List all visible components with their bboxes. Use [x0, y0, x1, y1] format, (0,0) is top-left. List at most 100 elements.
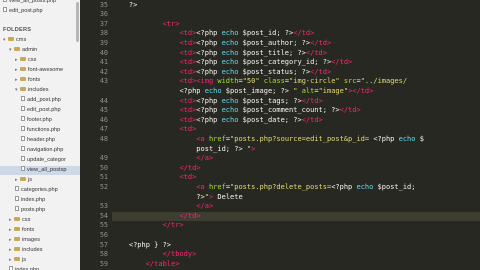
file-item[interactable]: edit_post.php [0, 106, 80, 115]
sidebar-item-label: categories.php [21, 187, 58, 193]
code-line[interactable]: ?> [112, 1, 137, 11]
file-item[interactable]: categories.php [0, 186, 80, 195]
code-token: <td> [179, 58, 197, 67]
code-line[interactable]: <td><?php echo $post_status; ?></td> [112, 68, 331, 78]
code-line[interactable]: <td> [112, 173, 196, 183]
file-item[interactable]: header.php [0, 136, 80, 145]
code-token: <?php } ?> [112, 240, 172, 249]
code-line[interactable]: <td><img width="50" class="img-circle" s… [112, 77, 407, 87]
file-item[interactable]: edit_post.php [0, 7, 80, 16]
folder-item[interactable]: ▸ css [0, 56, 80, 65]
line-number: 55 [99, 221, 108, 230]
file-icon [21, 116, 25, 122]
code-token: href [208, 134, 226, 143]
file-item[interactable]: posts.php [0, 206, 80, 215]
sidebar-item-label: edit_post.php [27, 107, 61, 113]
folder-item[interactable]: ▾ admin [0, 46, 80, 55]
code-token: <td> [179, 106, 197, 115]
file-item[interactable]: view_all_posts.php [0, 0, 80, 6]
line-number: 36 [99, 10, 108, 19]
file-icon [21, 106, 25, 112]
code-token: "50" [242, 77, 260, 86]
folder-item[interactable]: ▸ font-awesome [0, 66, 80, 75]
code-line[interactable]: post_id; ?> "> [112, 145, 255, 155]
folder-item[interactable]: ▾ includes [0, 86, 80, 95]
file-item[interactable]: functions.php [0, 126, 80, 135]
line-number: 51 [99, 173, 108, 182]
code-token: <?php [196, 106, 222, 115]
code-editor[interactable]: ?> <tr> <td><?php echo $post_id; ?></td>… [112, 0, 480, 270]
code-line[interactable]: <td><?php echo $post_comment_count; ?></… [112, 106, 360, 116]
code-token: echo [398, 134, 416, 143]
sidebar-item-label: js [22, 257, 27, 263]
code-line[interactable]: <td><?php echo $post_title; ?></td> [112, 49, 327, 59]
code-token: <?php [196, 96, 222, 105]
file-item[interactable]: update_categor [0, 156, 80, 165]
sidebar-item-label: fonts [28, 77, 41, 83]
file-item[interactable]: add_post.php [0, 96, 80, 105]
code-token: <tr> [162, 19, 180, 28]
code-line[interactable]: </tbody> [112, 250, 197, 260]
folder-item[interactable]: ▸ js [0, 176, 80, 185]
folder-item[interactable]: ▸ js [0, 256, 80, 265]
code-line[interactable]: <a href="posts.php?delete_posts=<?php ec… [112, 182, 415, 193]
folder-icon [14, 226, 20, 231]
line-number: 45 [99, 106, 108, 115]
code-token: </td> [179, 211, 201, 220]
folder-item[interactable]: ▾ cms [0, 36, 80, 45]
code-line[interactable]: </td> [112, 211, 480, 222]
line-number [82, 193, 108, 203]
file-icon [15, 206, 19, 212]
code-line[interactable]: </td> [112, 164, 200, 174]
folder-item[interactable]: ▸ images [0, 236, 80, 245]
file-item[interactable]: index.php [0, 266, 80, 270]
folder-item[interactable]: ▸ fonts [0, 76, 80, 85]
folder-item[interactable]: ▸ includes [0, 246, 80, 255]
line-number: 54 [99, 211, 108, 220]
code-line[interactable]: <td> [112, 125, 196, 135]
code-line[interactable]: <td><?php echo $post_author; ?></td> [112, 39, 331, 49]
code-line[interactable]: </a> [112, 202, 213, 212]
file-item[interactable]: index.php [0, 196, 80, 205]
line-number: 59 [99, 259, 108, 268]
code-token: </td> [293, 29, 315, 38]
line-number: 39 [99, 38, 108, 47]
code-token: post_id; ?> [196, 144, 247, 153]
code-token: <?php [331, 182, 357, 191]
code-line[interactable]: <td><?php echo $post_category_id; ?></td… [112, 58, 352, 68]
code-line[interactable]: <a href="posts.php?source=edit_post&p_id… [112, 135, 424, 145]
folder-item[interactable]: ▸ css [0, 216, 80, 225]
code-token: ></td> [348, 86, 374, 95]
code-token: $post_tags; ?> [238, 96, 302, 105]
sidebar-item-label: update_categor [27, 157, 66, 163]
sidebar-item-label: images [22, 237, 41, 243]
code-token: "img-circle" [289, 77, 340, 86]
folder-item[interactable]: ▸ fonts [0, 226, 80, 235]
code-line[interactable]: <td><?php echo $post_date; ?></td> [112, 116, 322, 126]
code-line[interactable]: <tr> [112, 19, 180, 30]
code-token: width [217, 77, 239, 86]
code-line[interactable]: <td><?php echo $post_id; ?></td> [112, 29, 314, 39]
code-token: </td> [310, 67, 332, 76]
code-token: <td> [179, 125, 197, 134]
line-number: 50 [99, 163, 108, 172]
code-line[interactable]: <?php echo $post_image; ?> " alt="image"… [112, 87, 373, 97]
code-token: <?php [196, 38, 222, 47]
file-item[interactable]: navigation.php [0, 146, 80, 155]
code-token: </tr> [162, 221, 184, 230]
code-line[interactable]: ?>"> Delete [112, 193, 242, 203]
code-line[interactable]: </table> [112, 260, 180, 270]
code-line[interactable]: </tr> [112, 221, 184, 231]
code-token: </td> [310, 38, 332, 47]
sidebar-scrollbar[interactable] [76, 2, 79, 42]
code-line[interactable]: </a> [112, 154, 213, 164]
file-item[interactable]: footer.php [0, 116, 80, 125]
code-line[interactable]: <td><?php echo $post_tags; ?></td> [112, 96, 322, 107]
code-token: "../images/ [360, 77, 408, 86]
code-line[interactable]: <?php } ?> [112, 241, 171, 251]
file-item[interactable]: view_all_postsp [0, 166, 80, 175]
